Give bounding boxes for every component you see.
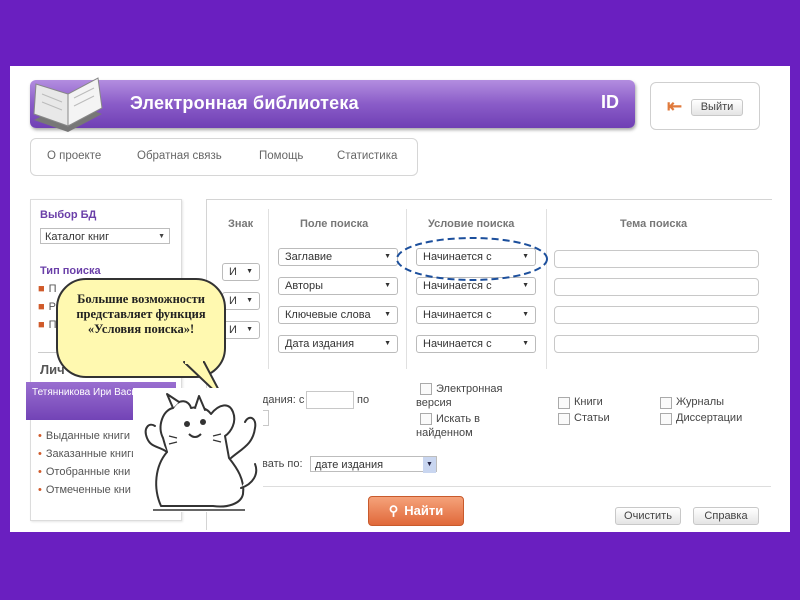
chevron-down-icon: ▼ [384, 311, 391, 318]
chevron-down-icon: ▼ [246, 326, 253, 333]
nav-item-about[interactable]: О проекте [47, 150, 101, 162]
header-sign: Знак [228, 218, 254, 230]
field-select[interactable]: Ключевые слова ▼ [278, 306, 398, 324]
search-type-item[interactable]: ■ Р [38, 301, 56, 313]
callout-text: Большие возможности представляет функция… [76, 292, 206, 336]
menu-ordered-books[interactable]: • Заказанные книги [38, 448, 137, 460]
journals-checkbox[interactable] [660, 397, 672, 409]
divider [546, 209, 547, 369]
clear-button[interactable]: Очистить [615, 507, 681, 525]
exit-icon: ⇤ [667, 96, 683, 116]
chevron-down-icon: ▼ [246, 297, 253, 304]
db-select-value: Каталог книг [45, 231, 110, 243]
menu-selected-books[interactable]: • Отобранные кни [38, 466, 130, 478]
highlight-ellipse [396, 237, 548, 281]
chevron-down-icon: ▼ [384, 253, 391, 260]
top-nav: О проекте Обратная связь Помощь Статисти… [30, 138, 418, 176]
books-checkbox[interactable] [558, 397, 570, 409]
chevron-down-icon: ▼ [522, 311, 529, 318]
book-icon [33, 77, 103, 132]
find-button[interactable]: ⚲ Найти [368, 496, 464, 526]
nav-item-stats[interactable]: Статистика [337, 150, 397, 162]
chevron-down-icon: ▼ [423, 457, 436, 473]
sign-select[interactable]: И ▼ [222, 263, 260, 281]
sign-select[interactable]: И ▼ [222, 292, 260, 310]
exit-button[interactable]: Выйти [691, 99, 743, 116]
electronic-label: Электронная версия [416, 383, 503, 409]
topic-input[interactable] [554, 250, 759, 268]
bullet-icon: ■ [38, 301, 45, 313]
search-found-label: Искать в найденном [416, 413, 481, 439]
condition-select[interactable]: Начинается с ▼ [416, 335, 536, 353]
divider [406, 209, 407, 369]
search-type-item[interactable]: ■ П [38, 319, 57, 331]
field-select[interactable]: Авторы ▼ [278, 277, 398, 295]
library-logo: ID [601, 92, 619, 112]
field-select[interactable]: Дата издания ▼ [278, 335, 398, 353]
field-select[interactable]: Заглавие ▼ [278, 248, 398, 266]
chevron-down-icon: ▼ [384, 282, 391, 289]
articles-label: Статьи [574, 412, 610, 424]
year-from-input[interactable] [306, 391, 354, 409]
topic-input[interactable] [554, 278, 759, 296]
condition-select[interactable]: Начинается с ▼ [416, 306, 536, 324]
db-select-title: Выбор БД [40, 209, 97, 221]
chevron-down-icon: ▼ [384, 340, 391, 347]
menu-marked-books[interactable]: • Отмеченные кни [38, 484, 131, 496]
menu-issued-books[interactable]: • Выданные книги [38, 430, 130, 442]
search-type-title: Тип поиска [40, 265, 101, 277]
year-to-label: по [357, 394, 370, 406]
sort-label: вать по: [262, 458, 303, 470]
exit-panel: ⇤ Выйти [650, 82, 760, 130]
header-banner: Электронная библиотека ID [30, 80, 635, 128]
journals-label: Журналы [676, 396, 725, 408]
db-select[interactable]: Каталог книг ▼ [40, 228, 170, 244]
sort-select-value: дате издания [315, 459, 384, 471]
divider [206, 486, 771, 487]
nav-item-feedback[interactable]: Обратная связь [137, 150, 222, 162]
sign-select[interactable]: И ▼ [222, 321, 260, 339]
dissertations-checkbox[interactable] [660, 413, 672, 425]
divider [268, 209, 269, 369]
nav-item-help[interactable]: Помощь [259, 150, 303, 162]
cat-illustration [133, 388, 263, 512]
sort-select[interactable]: дате издания ▼ [310, 456, 437, 473]
search-type-item[interactable]: ■ П [38, 283, 57, 295]
header-condition: Условие поиска [428, 218, 515, 230]
topic-input[interactable] [554, 306, 759, 324]
chevron-down-icon: ▼ [158, 233, 165, 240]
search-icon: ⚲ [388, 503, 399, 518]
chevron-down-icon: ▼ [522, 340, 529, 347]
help-button[interactable]: Справка [693, 507, 759, 525]
year-from-label: дания: с [262, 394, 305, 406]
bullet-icon: ■ [38, 283, 45, 295]
articles-checkbox[interactable] [558, 413, 570, 425]
page-title: Электронная библиотека [130, 93, 359, 113]
header-topic: Тема поиска [620, 218, 688, 230]
bullet-icon: ■ [38, 319, 45, 331]
dissertations-label: Диссертации [676, 412, 743, 424]
books-label: Книги [574, 396, 603, 408]
chevron-down-icon: ▼ [246, 268, 253, 275]
topic-input[interactable] [554, 335, 759, 353]
header-field: Поле поиска [300, 218, 369, 230]
